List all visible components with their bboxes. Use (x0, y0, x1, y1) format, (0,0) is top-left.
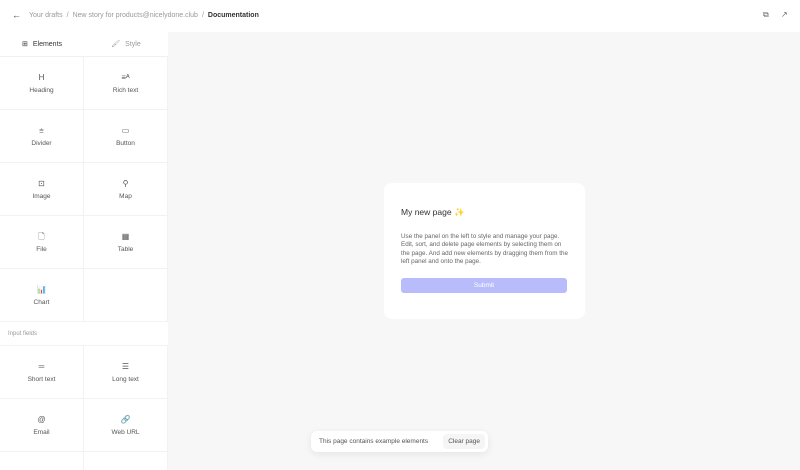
clear-page-button[interactable]: Clear page (443, 434, 485, 449)
rich-text-icon: ≡ᴬ (121, 72, 130, 82)
element-label: Email (33, 428, 50, 436)
breadcrumb-drafts[interactable]: Your drafts (29, 12, 63, 19)
element-short-text[interactable]: ═ Short text (0, 346, 84, 399)
element-button[interactable]: ▭ Button (84, 110, 168, 163)
page-title-text: My new page (401, 207, 452, 217)
email-icon: @ (37, 414, 46, 424)
element-email[interactable]: @ Email (0, 399, 84, 452)
element-label: Image (32, 192, 51, 200)
empty-cell (0, 452, 84, 470)
example-toast: This page contains example elements Clea… (311, 431, 488, 452)
map-icon: ⚲ (122, 178, 129, 188)
element-label: Map (119, 192, 132, 200)
breadcrumb-separator: / (201, 12, 204, 19)
empty-cell (84, 452, 168, 470)
element-label: Chart (33, 298, 50, 306)
element-map[interactable]: ⚲ Map (84, 163, 168, 216)
breadcrumb-separator: / (66, 12, 69, 19)
breadcrumb: Your drafts / New story for products@nicel… (29, 12, 259, 19)
element-file[interactable]: 🗋 File (0, 216, 84, 269)
sidebar: ⊞ Elements 🖌 Style H Heading ≡ᴬ Rich text ⩧ Div… (0, 32, 168, 470)
element-label: Short text (27, 375, 56, 383)
image-icon: ⊡ (38, 178, 45, 188)
short-text-icon: ═ (38, 361, 45, 371)
copy-icon[interactable]: ⧉ (763, 10, 769, 20)
submit-button[interactable]: Submit (401, 277, 567, 293)
element-label: Web URL (111, 428, 140, 436)
tab-elements[interactable]: ⊞ Elements (0, 32, 84, 56)
breadcrumb-current: Documentation (207, 12, 259, 19)
element-table[interactable]: ▦ Table (84, 216, 168, 269)
top-bar: ← Your drafts / New story for products@nic… (0, 0, 800, 32)
element-long-text[interactable]: ☰ Long text (84, 346, 168, 399)
breadcrumb-story[interactable]: New story for products@nicelydone.club (73, 12, 198, 19)
file-icon: 🗋 (38, 231, 45, 241)
element-label: Divider (31, 139, 52, 147)
element-rich-text[interactable]: ≡ᴬ Rich text (84, 57, 168, 110)
table-icon: ▦ (121, 231, 130, 241)
element-divider[interactable]: ⩧ Divider (0, 110, 84, 163)
element-chart[interactable]: 📊 Chart (0, 269, 84, 322)
grid-icon: ⊞ (21, 41, 28, 48)
page-preview-card[interactable]: My new page ✨ Use the panel on the left … (384, 183, 585, 319)
divider-icon: ⩧ (39, 125, 44, 135)
page-description: Use the panel on the left to style and m… (401, 233, 568, 266)
sparkle-icon: ✨ (453, 207, 465, 217)
element-label: Table (117, 245, 134, 253)
chart-icon: 📊 (36, 284, 47, 294)
element-label: File (36, 245, 47, 253)
web-url-icon: 🔗 (120, 414, 131, 424)
element-label: Button (116, 139, 135, 147)
element-image[interactable]: ⊡ Image (0, 163, 84, 216)
element-web-url[interactable]: 🔗 Web URL (84, 399, 168, 452)
heading-icon: H (38, 72, 45, 82)
tab-style[interactable]: 🖌 Style (84, 32, 168, 56)
element-label: Long text (112, 375, 139, 383)
long-text-icon: ☰ (121, 361, 130, 371)
element-label: Rich text (112, 86, 139, 94)
section-label: Input fields (0, 322, 168, 346)
toast-message: This page contains example elements (319, 438, 429, 445)
button-icon: ▭ (121, 125, 130, 135)
element-heading[interactable]: H Heading (0, 57, 84, 110)
element-label: Heading (29, 86, 54, 94)
brush-icon: 🖌 (111, 41, 121, 48)
page-title: My new page ✨ (401, 207, 568, 218)
tab-label: Style (125, 40, 141, 48)
back-arrow-icon[interactable]: ← (12, 10, 21, 20)
tab-label: Elements (32, 40, 63, 48)
external-link-icon[interactable]: ↗ (781, 10, 788, 19)
empty-cell (84, 269, 168, 322)
